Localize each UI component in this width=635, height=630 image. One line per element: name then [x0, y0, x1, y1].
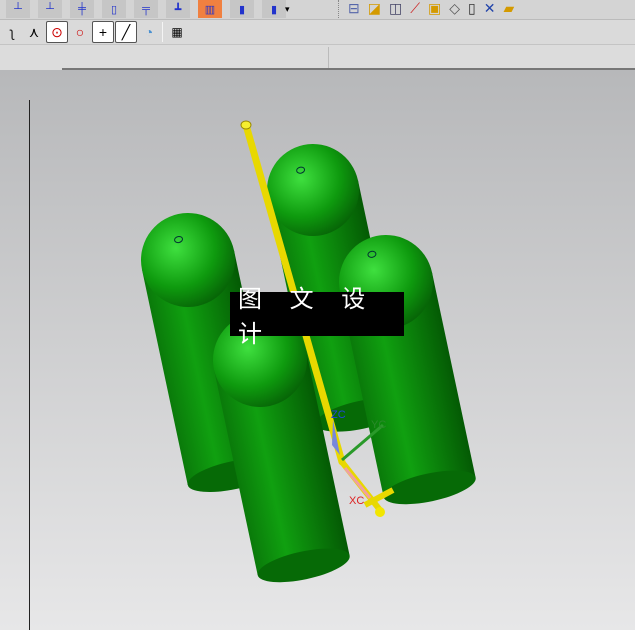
- watermark-banner: 图 文 设 计: [230, 285, 404, 348]
- yc-axis-label: YC: [371, 419, 387, 431]
- zc-axis-label: ZC: [331, 409, 346, 421]
- rod-end: [240, 120, 252, 130]
- xc-axis-label: XC: [349, 495, 365, 507]
